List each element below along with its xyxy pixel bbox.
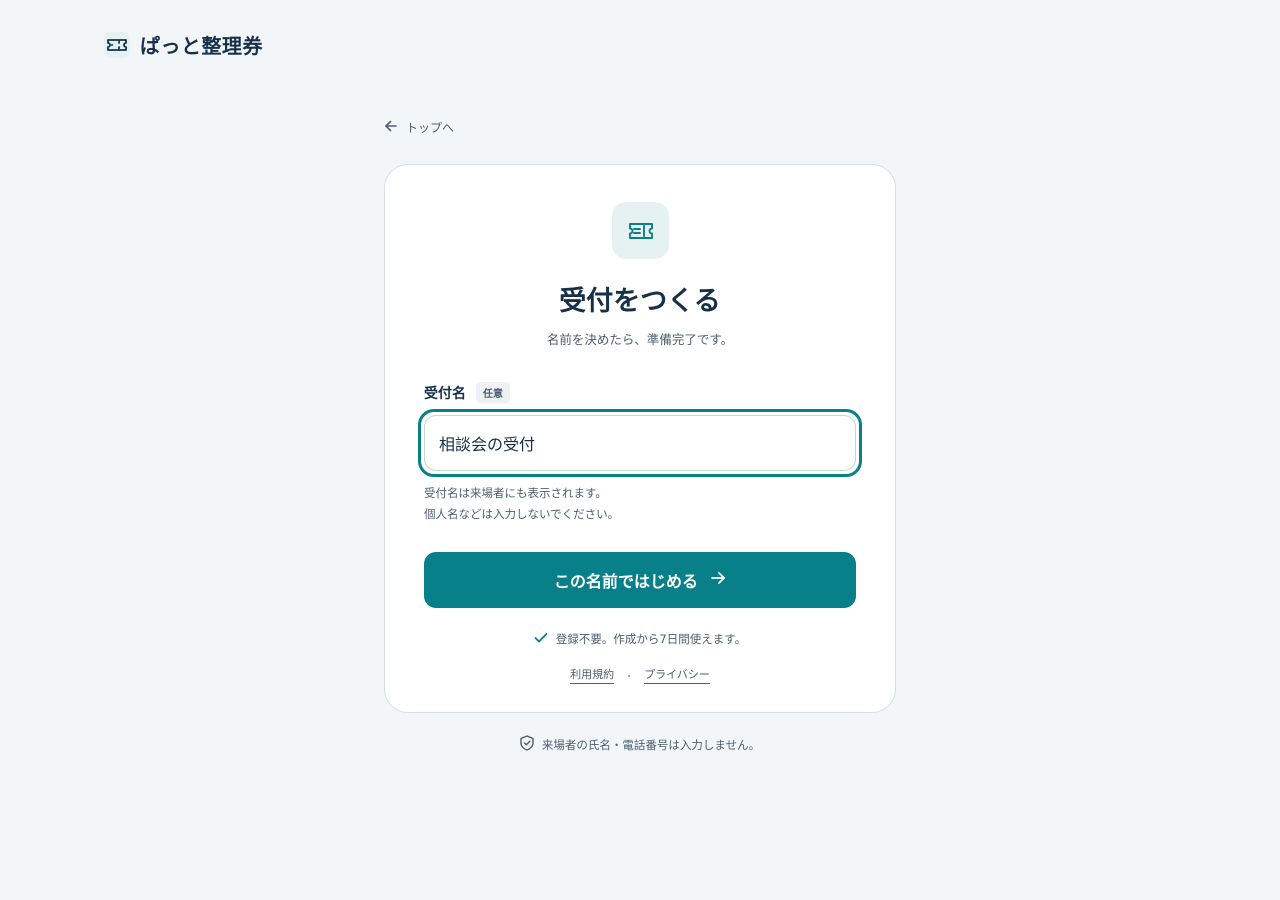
page-title: 受付をつくる	[559, 286, 721, 317]
start-button-label: この名前ではじめる	[553, 572, 698, 591]
legal-links: 利用規約 ・ プライバシー	[385, 666, 895, 684]
brand-name[interactable]: ぱっと整理券	[140, 30, 263, 59]
back-to-top-link[interactable]: トップへ	[384, 119, 454, 136]
ticket-icon	[104, 31, 130, 58]
check-icon	[534, 632, 548, 647]
back-link-label: トップへ	[406, 121, 455, 135]
ticket-icon	[612, 202, 669, 259]
privacy-link[interactable]: プライバシー	[644, 666, 710, 684]
arrow-right-icon	[710, 570, 726, 590]
start-with-name-button[interactable]: この名前ではじめる	[424, 552, 856, 608]
field-help-text: 受付名は来場者にも表示されます。 個人名などは入力しないでください。	[424, 483, 619, 525]
optional-badge: 任意	[476, 382, 510, 403]
links-separator: ・	[624, 671, 635, 683]
shield-check-icon	[520, 735, 534, 754]
create-reception-card: 受付をつくる 名前を決めたら、準備完了です。 受付名 任意 受付名は来場者にも表…	[384, 164, 896, 713]
arrow-left-icon	[384, 119, 398, 136]
help-line: 受付名は来場者にも表示されます。	[424, 486, 607, 500]
reception-name-input[interactable]	[424, 415, 856, 471]
reception-name-label: 受付名	[424, 385, 466, 402]
field-label-row: 受付名 任意	[424, 382, 510, 403]
note-text: 登録不要。作成から7日間使えます。	[555, 632, 747, 646]
input-focus-ring	[418, 409, 862, 477]
terms-link[interactable]: 利用規約	[570, 666, 615, 684]
no-registration-note: 登録不要。作成から7日間使えます。	[385, 631, 895, 647]
help-line: 個人名などは入力しないでください。	[424, 507, 620, 521]
privacy-footer-note: 来場者の氏名・電話番号は入力しません。	[0, 735, 1280, 754]
footer-note-text: 来場者の氏名・電話番号は入力しません。	[541, 737, 761, 752]
page-subtitle: 名前を決めたら、準備完了です。	[546, 332, 734, 347]
site-header: ぱっと整理券	[104, 30, 263, 59]
